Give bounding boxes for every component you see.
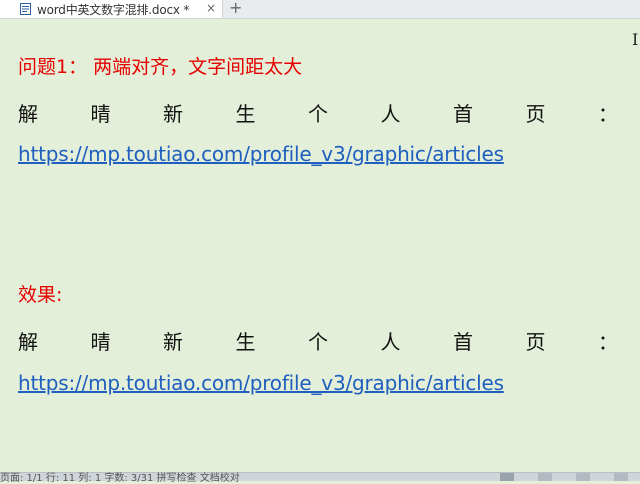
tab-title: word中英文数字混排.docx * [37, 2, 190, 17]
justified-char: 首 [453, 102, 473, 126]
new-tab-icon[interactable]: + [229, 0, 242, 17]
justified-char: ： [598, 102, 618, 126]
justified-char: 页 [525, 102, 546, 126]
heading-problem-1: 问题1： 两端对齐，文字间距太大 [18, 56, 303, 78]
profile-link[interactable]: https://mp.toutiao.com/profile_v3/graphi… [18, 142, 504, 166]
justified-char: 生 [235, 330, 256, 354]
word-document-icon [20, 3, 31, 15]
justified-char: 个 [308, 330, 328, 354]
document-tab[interactable]: word中英文数字混排.docx * × [0, 0, 223, 18]
justified-text-line: 解 晴 新 生 个 人 首 页 ： [18, 326, 618, 355]
justified-char: 首 [453, 330, 473, 354]
justified-char: 晴 [90, 330, 111, 354]
justified-char: 新 [163, 102, 183, 126]
justified-char: 生 [235, 102, 256, 126]
justified-char: 人 [380, 102, 401, 126]
text-cursor-icon: I [632, 30, 639, 49]
justified-char: 晴 [90, 102, 111, 126]
heading-result: 效果: [18, 284, 63, 306]
justified-char: 个 [308, 102, 328, 126]
document-page[interactable]: 问题1： 两端对齐，文字间距太大 解晴新生个人首页： https://mp.to… [0, 19, 640, 472]
tab-bar: word中英文数字混排.docx * × + [0, 0, 640, 19]
status-text: 页面: 1/1 行: 11 列: 1 字数: 3/31 拼写检查 文档校对 [0, 473, 240, 484]
justified-char: 页 [525, 330, 546, 354]
profile-link[interactable]: https://mp.toutiao.com/profile_v3/graphi… [18, 371, 504, 395]
justified-text-line: 解 晴 新 生 个 人 首 页 ： [18, 98, 618, 127]
justified-char: 新 [163, 330, 183, 354]
justified-char: 解 [18, 330, 38, 354]
justified-char: 人 [380, 330, 401, 354]
justified-char: ： [598, 330, 618, 354]
justified-char: 解 [18, 102, 38, 126]
close-tab-icon[interactable]: × [206, 1, 216, 15]
